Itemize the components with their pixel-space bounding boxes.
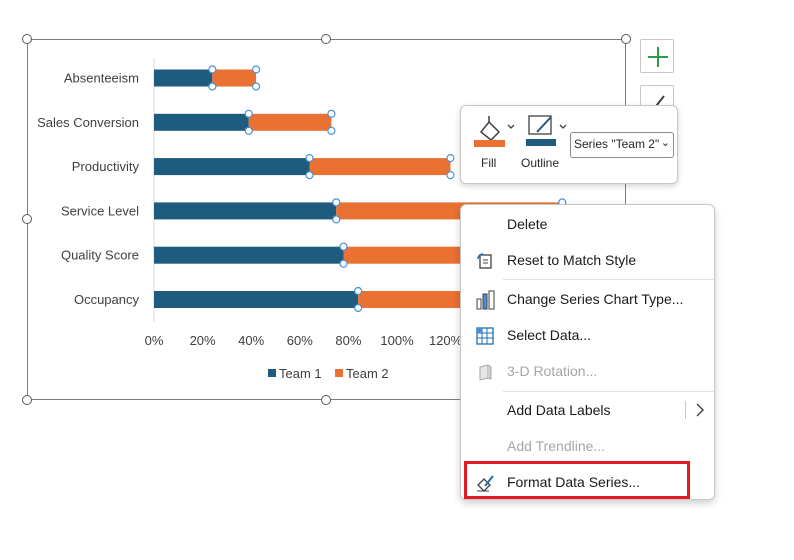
bar-team-2[interactable] xyxy=(248,113,332,131)
menu-item-reset-to-match-style[interactable]: Reset to Match Style xyxy=(461,243,714,277)
highlight-annotation xyxy=(464,461,690,499)
x-tick-label: 0% xyxy=(145,333,164,348)
plus-icon xyxy=(648,47,668,67)
selection-handle xyxy=(446,171,455,180)
category-label: Productivity xyxy=(72,159,140,174)
outline-label: Outline xyxy=(521,156,560,170)
selection-handle xyxy=(354,286,363,296)
selection-handle xyxy=(251,82,261,91)
chart-elements-button[interactable] xyxy=(640,39,674,73)
menu-item-label: Select Data... xyxy=(507,327,592,343)
category-label: Service Level xyxy=(61,203,139,218)
format-mini-toolbar: Fill Outline Series "Team 2" ⌄ xyxy=(460,105,678,184)
menu-item-add-trendline[interactable]: Add Trendline... xyxy=(461,429,714,463)
legend-swatch xyxy=(335,369,343,377)
chevron-down-icon: ⌄ xyxy=(660,137,670,149)
resize-handle-bottom-left[interactable] xyxy=(22,395,32,405)
x-tick-label: 120% xyxy=(429,333,463,348)
selection-handle xyxy=(354,303,363,313)
menu-item-label: Reset to Match Style xyxy=(507,252,637,268)
menu-item-delete[interactable]: Delete xyxy=(461,207,714,241)
selection-handle xyxy=(244,109,253,118)
category-label: Quality Score xyxy=(61,248,139,263)
selection-handle xyxy=(327,109,336,118)
series-select-value: Series "Team 2" xyxy=(574,137,660,151)
resize-handle-middle-left[interactable] xyxy=(22,214,32,224)
resize-handle-bottom-middle[interactable] xyxy=(321,395,331,405)
menu-item-label: Delete xyxy=(507,216,548,232)
selection-handle xyxy=(332,198,341,207)
resize-handle-top-middle[interactable] xyxy=(321,34,331,44)
menu-separator xyxy=(503,391,714,392)
context-menu: Delete Reset to Match Style Change Serie… xyxy=(460,204,715,500)
category-label: Occupancy xyxy=(74,292,140,307)
submenu-divider xyxy=(685,401,686,419)
rotation-icon xyxy=(479,364,492,381)
selection-handle xyxy=(251,65,261,74)
x-tick-label: 20% xyxy=(190,333,216,348)
legend-label: Team 2 xyxy=(346,366,389,381)
x-tick-label: 100% xyxy=(380,333,414,348)
menu-item-label: Add Data Labels xyxy=(507,402,611,418)
bar-team-1[interactable] xyxy=(154,291,359,308)
chevron-right-icon xyxy=(696,403,704,417)
bar-team-1[interactable] xyxy=(154,113,249,131)
bar-team-1[interactable] xyxy=(154,246,344,264)
bar-team-2[interactable] xyxy=(309,158,451,176)
x-tick-label: 40% xyxy=(238,333,264,348)
bar-team-1[interactable] xyxy=(154,158,310,176)
menu-item-change-series-chart-type[interactable]: Change Series Chart Type... xyxy=(461,282,714,316)
bar-team-1[interactable] xyxy=(154,69,213,87)
fill-label: Fill xyxy=(481,156,497,170)
selection-handle xyxy=(305,171,314,180)
menu-item-add-data-labels[interactable]: Add Data Labels xyxy=(461,393,714,427)
chart-type-icon xyxy=(476,290,495,310)
paint-bucket-icon xyxy=(474,116,515,147)
outline-button[interactable]: Outline xyxy=(521,112,569,178)
menu-item-3d-rotation[interactable]: 3-D Rotation... xyxy=(461,354,714,388)
category-label: Sales Conversion xyxy=(37,115,139,130)
menu-item-select-data[interactable]: Select Data... xyxy=(461,318,714,352)
selection-handle xyxy=(332,215,341,224)
reset-style-icon xyxy=(477,253,492,269)
selection-handle xyxy=(446,154,455,163)
bar-team-1[interactable] xyxy=(154,202,337,220)
selection-handle xyxy=(339,242,348,251)
legend-label: Team 1 xyxy=(279,366,322,381)
pen-outline-icon xyxy=(526,115,567,146)
menu-item-label: 3-D Rotation... xyxy=(507,363,598,379)
selection-handle xyxy=(208,82,217,91)
x-tick-label: 60% xyxy=(287,333,313,348)
menu-item-label: Change Series Chart Type... xyxy=(507,291,684,307)
resize-handle-top-left[interactable] xyxy=(22,34,32,44)
menu-separator xyxy=(503,279,714,280)
selection-handle xyxy=(305,154,314,163)
resize-handle-top-right[interactable] xyxy=(621,34,631,44)
x-tick-label: 80% xyxy=(335,333,361,348)
select-data-icon xyxy=(476,327,494,345)
series-select-dropdown[interactable]: Series "Team 2" ⌄ xyxy=(570,132,674,158)
bar-team-2[interactable] xyxy=(212,69,257,87)
selection-handle xyxy=(339,259,348,268)
category-label: Absenteeism xyxy=(64,71,139,86)
selection-handle xyxy=(244,126,253,135)
selection-handle xyxy=(208,65,217,74)
fill-button[interactable]: Fill xyxy=(471,112,521,178)
selection-handle xyxy=(327,126,336,135)
legend-swatch xyxy=(268,369,276,377)
menu-item-label: Add Trendline... xyxy=(507,438,606,454)
